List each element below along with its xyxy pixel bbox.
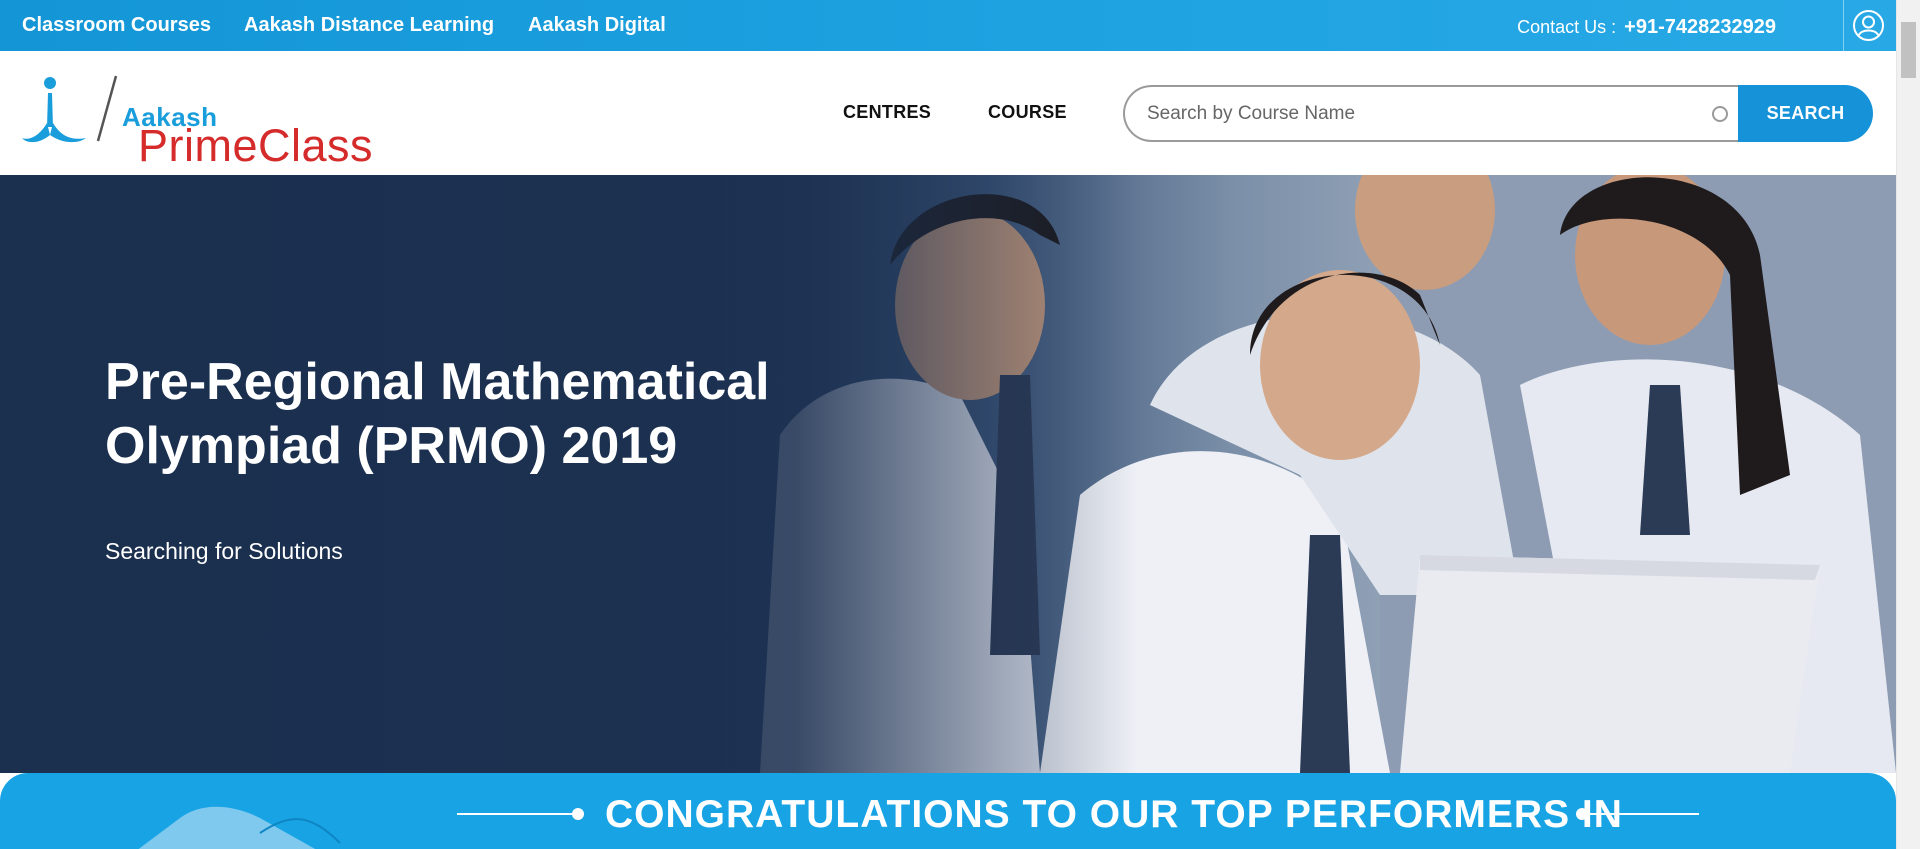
search-button[interactable]: SEARCH — [1738, 85, 1873, 142]
topbar-divider — [1843, 0, 1844, 51]
top-bar: Classroom Courses Aakash Distance Learni… — [0, 0, 1896, 51]
banner-line-left — [457, 813, 579, 815]
contact-label: Contact Us : — [1517, 17, 1617, 37]
hero-subtitle: Searching for Solutions — [105, 538, 343, 564]
hero-banner: Pre-Regional Mathematical Olympiad (PRMO… — [0, 175, 1896, 773]
search-input[interactable] — [1123, 85, 1739, 142]
contact-info: Contact Us : +91-7428232929 — [1517, 16, 1776, 39]
user-account-icon[interactable] — [1852, 9, 1885, 42]
contact-phone[interactable]: +91-7428232929 — [1624, 16, 1776, 38]
top-performers-strip: CONGRATULATIONS TO OUR TOP PERFORMERS IN — [0, 773, 1896, 849]
logo-mark-icon — [22, 75, 118, 143]
topbar-link-classroom-courses[interactable]: Classroom Courses — [22, 14, 211, 37]
scrollbar-thumb[interactable] — [1901, 22, 1916, 78]
banner-line-right — [1582, 813, 1699, 815]
topbar-link-distance-learning[interactable]: Aakash Distance Learning — [244, 14, 494, 37]
main-header: Aakash PrimeClass CENTRES COURSE SEARCH — [0, 51, 1896, 175]
banner-dot-left — [572, 808, 584, 820]
aakash-primeclass-logo[interactable]: Aakash PrimeClass — [20, 75, 373, 171]
logo-text-primeclass: PrimeClass — [138, 120, 374, 171]
course-search: SEARCH — [1123, 85, 1873, 142]
topbar-link-aakash-digital[interactable]: Aakash Digital — [528, 14, 666, 37]
nav-centres[interactable]: CENTRES — [843, 102, 931, 123]
search-loading-icon — [1712, 106, 1728, 122]
top-performers-banner: CONGRATULATIONS TO OUR TOP PERFORMERS IN — [0, 773, 1896, 849]
nav-course[interactable]: COURSE — [988, 102, 1067, 123]
hero-title: Pre-Regional Mathematical Olympiad (PRMO… — [105, 353, 770, 475]
banner-heading: CONGRATULATIONS TO OUR TOP PERFORMERS IN — [605, 793, 1623, 836]
page-scrollbar[interactable] — [1896, 0, 1920, 849]
decorative-shape-icon — [138, 806, 341, 849]
